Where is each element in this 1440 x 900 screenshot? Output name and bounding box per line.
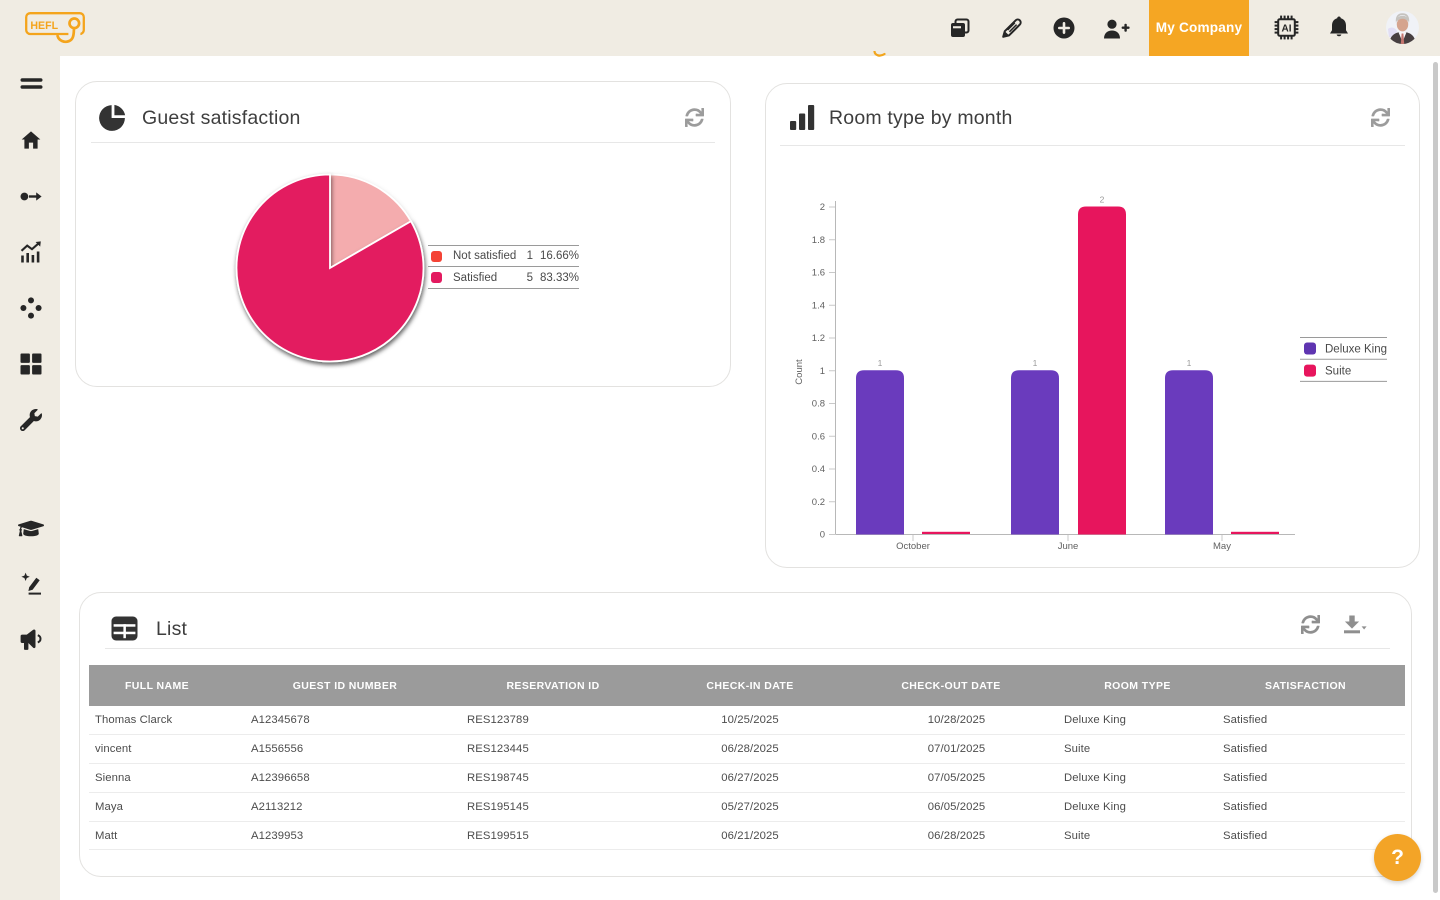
svg-text:October: October bbox=[896, 541, 930, 552]
svg-text:June: June bbox=[1058, 541, 1079, 552]
svg-text:0.2: 0.2 bbox=[812, 497, 825, 508]
svg-text:2: 2 bbox=[820, 202, 825, 213]
svg-text:1: 1 bbox=[820, 366, 825, 377]
svg-text:1.8: 1.8 bbox=[812, 235, 825, 246]
svg-text:Suite: Suite bbox=[1325, 366, 1351, 378]
svg-text:HEFL: HEFL bbox=[30, 20, 58, 32]
svg-text:0: 0 bbox=[820, 530, 825, 541]
svg-text:May: May bbox=[1213, 541, 1231, 552]
svg-text:Deluxe King: Deluxe King bbox=[1325, 344, 1387, 356]
svg-text:1.6: 1.6 bbox=[812, 268, 825, 279]
svg-text:1: 1 bbox=[878, 358, 883, 368]
svg-text:1: 1 bbox=[1187, 358, 1192, 368]
svg-text:AI: AI bbox=[1282, 23, 1292, 34]
svg-text:1: 1 bbox=[1033, 358, 1038, 368]
svg-text:0.6: 0.6 bbox=[812, 431, 825, 442]
svg-text:2: 2 bbox=[1100, 195, 1105, 205]
svg-text:Count: Count bbox=[794, 359, 805, 385]
svg-text:1.4: 1.4 bbox=[812, 300, 825, 311]
svg-text:0.4: 0.4 bbox=[812, 464, 825, 475]
svg-text:0.8: 0.8 bbox=[812, 399, 825, 410]
svg-text:1.2: 1.2 bbox=[812, 333, 825, 344]
